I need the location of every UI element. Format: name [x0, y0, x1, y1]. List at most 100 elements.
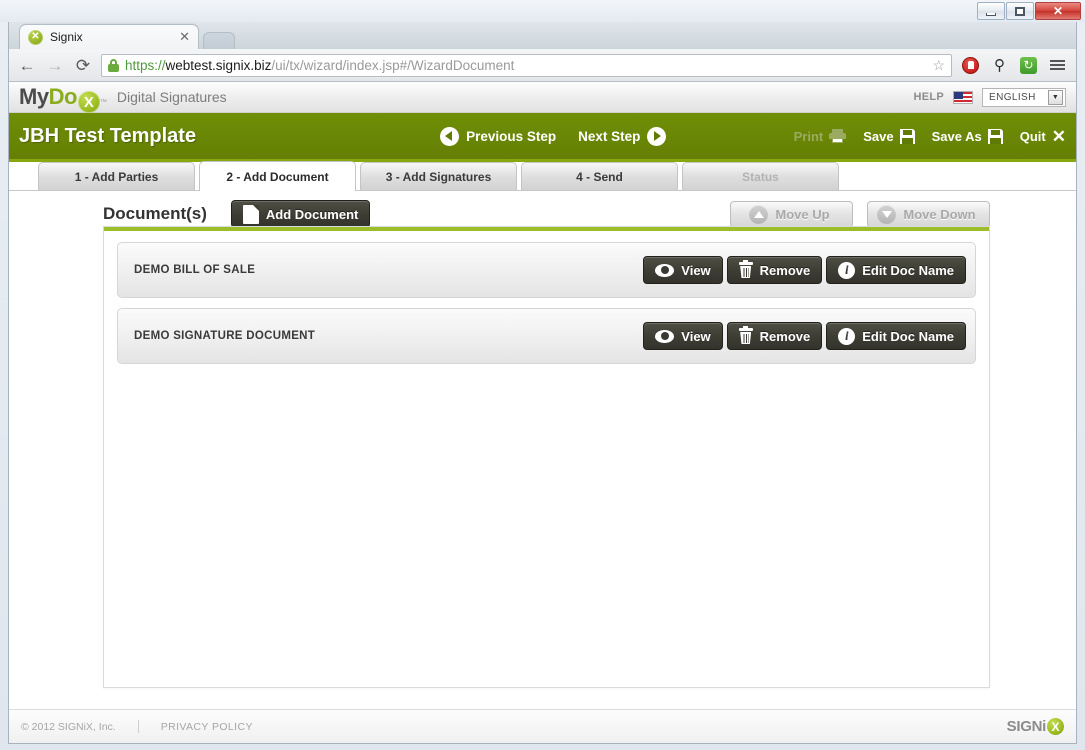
view-label: View	[681, 262, 711, 278]
privacy-policy-link[interactable]: PRIVACY POLICY	[161, 721, 253, 733]
address-bar[interactable]: https:// webtest.signix.biz /ui/tx/wizar…	[101, 53, 952, 77]
next-step-button[interactable]: Next Step	[578, 126, 667, 146]
move-up-label: Move Up	[775, 206, 830, 222]
brand-my: My	[19, 83, 49, 109]
eye-icon	[655, 263, 675, 277]
url-scheme: https://	[125, 57, 166, 73]
hamburger-menu-icon[interactable]	[1047, 55, 1068, 76]
section-title: Document(s)	[103, 204, 207, 223]
tab-add-parties[interactable]: 1 - Add Parties	[38, 162, 195, 190]
tab-label: 3 - Add Signatures	[385, 169, 492, 184]
save-button[interactable]: Save	[863, 128, 915, 144]
tab-add-document[interactable]: 2 - Add Document	[199, 161, 356, 191]
document-list: DEMO BILL OF SALE View Remove i Edit Doc…	[104, 242, 989, 364]
edit-doc-name-button[interactable]: i Edit Doc Name	[826, 256, 966, 284]
reload-icon[interactable]: ⟳	[73, 57, 93, 74]
remove-button[interactable]: Remove	[726, 256, 823, 284]
document-icon	[242, 204, 259, 224]
browser-tabstrip: ✕ Signix ✕	[9, 22, 1076, 49]
lastpass-icon[interactable]: ⚲	[989, 55, 1010, 76]
print-button: Print	[794, 129, 847, 144]
trash-icon	[738, 326, 753, 344]
previous-step-label: Previous Step	[466, 128, 557, 144]
os-window: ✕ ✕ Signix ✕ ← → ⟳ https:// webtest.sign…	[0, 0, 1085, 750]
minimize-button[interactable]	[977, 2, 1005, 20]
edit-doc-name-button[interactable]: i Edit Doc Name	[826, 322, 966, 350]
page-viewport: My Do X ™ Digital Signatures HELP ENGLISH ▼…	[9, 82, 1076, 743]
view-button[interactable]: View	[643, 322, 723, 350]
floppy-disk-icon	[987, 128, 1003, 144]
print-label: Print	[793, 128, 824, 144]
tab-status: Status	[682, 162, 839, 190]
next-step-label: Next Step	[578, 128, 641, 144]
forward-icon[interactable]: →	[45, 57, 65, 74]
arrow-up-icon	[749, 204, 769, 224]
row-actions: View Remove i Edit Doc Name	[643, 322, 966, 350]
url-path: /ui/tx/wizard/index.jsp#/WizardDocument	[271, 57, 515, 73]
tab-label: 1 - Add Parties	[74, 169, 159, 184]
help-link[interactable]: HELP	[913, 91, 944, 103]
tab-send[interactable]: 4 - Send	[521, 162, 678, 190]
quit-label: Quit	[1019, 128, 1046, 144]
us-flag-icon	[953, 90, 973, 104]
previous-step-button[interactable]: Previous Step	[440, 126, 557, 146]
wizard-tabs: 1 - Add Parties 2 - Add Document 3 - Add…	[9, 161, 1076, 191]
quit-button[interactable]: Quit ✕	[1020, 128, 1066, 145]
app-header-right: HELP ENGLISH ▼	[913, 87, 1066, 107]
info-icon: i	[838, 261, 856, 279]
app-header: My Do X ™ Digital Signatures HELP ENGLISH ▼	[9, 82, 1076, 114]
edit-doc-name-label: Edit Doc Name	[862, 328, 954, 344]
window-controls: ✕	[976, 2, 1081, 20]
add-document-button[interactable]: Add Document	[230, 200, 371, 228]
app-subtitle: Digital Signatures	[116, 89, 227, 105]
remove-label: Remove	[759, 262, 811, 278]
lock-icon	[108, 58, 119, 72]
close-window-button[interactable]: ✕	[1035, 2, 1081, 20]
remove-button[interactable]: Remove	[726, 322, 823, 350]
sync-icon[interactable]: ↻	[1018, 55, 1039, 76]
row-actions: View Remove i Edit Doc Name	[643, 256, 966, 284]
mydox-logo[interactable]: My Do X ™	[19, 83, 107, 114]
close-icon: ✕	[1051, 126, 1066, 146]
move-up-button: Move Up	[730, 200, 853, 228]
table-row[interactable]: DEMO SIGNATURE DOCUMENT View Remove i Ed…	[117, 308, 976, 364]
arrow-down-icon	[877, 204, 897, 224]
adblock-icon[interactable]	[960, 55, 981, 76]
save-label: Save	[863, 128, 894, 144]
language-value: ENGLISH	[989, 91, 1036, 103]
add-document-label: Add Document	[265, 206, 359, 222]
view-button[interactable]: View	[643, 256, 723, 284]
save-as-button[interactable]: Save As	[932, 128, 1003, 144]
signix-logo: SIGNi X	[1007, 718, 1064, 735]
brand-tm: ™	[99, 98, 107, 106]
tab-label: 4 - Send	[576, 169, 623, 184]
footer-divider	[137, 720, 139, 733]
move-down-label: Move Down	[903, 206, 976, 222]
table-row[interactable]: DEMO BILL OF SALE View Remove i Edit Doc…	[117, 242, 976, 298]
brand-do: Do	[48, 83, 78, 109]
trash-icon	[738, 260, 753, 278]
signix-favicon-icon: ✕	[28, 29, 43, 45]
edit-doc-name-label: Edit Doc Name	[862, 262, 954, 278]
maximize-button[interactable]	[1006, 2, 1034, 20]
language-select[interactable]: ENGLISH ▼	[982, 87, 1066, 107]
printer-icon	[829, 129, 847, 143]
title-bar-actions: Print Save Save As Quit ✕	[794, 128, 1066, 145]
document-name: DEMO SIGNATURE DOCUMENT	[134, 330, 316, 342]
os-titlebar: ✕	[0, 0, 1085, 22]
browser-navbar: ← → ⟳ https:// webtest.signix.biz /ui/tx…	[9, 49, 1076, 82]
back-icon[interactable]: ←	[17, 57, 37, 74]
tab-label: 2 - Add Document	[226, 169, 329, 184]
browser-tab-signix[interactable]: ✕ Signix ✕	[19, 24, 199, 49]
bookmark-star-icon[interactable]: ☆	[932, 57, 945, 74]
page-body: Document(s) Add Document Move Up Move Do…	[9, 191, 1076, 743]
move-down-button: Move Down	[867, 200, 990, 228]
document-name: DEMO BILL OF SALE	[134, 264, 256, 276]
step-navigation: Previous Step Next Step	[440, 126, 667, 146]
tab-close-icon[interactable]: ✕	[171, 29, 190, 45]
arrow-right-icon	[647, 126, 667, 146]
brand-x-icon: X	[77, 91, 100, 114]
info-icon: i	[838, 327, 856, 345]
tab-add-signatures[interactable]: 3 - Add Signatures	[360, 162, 517, 190]
new-tab-button[interactable]	[203, 32, 235, 49]
